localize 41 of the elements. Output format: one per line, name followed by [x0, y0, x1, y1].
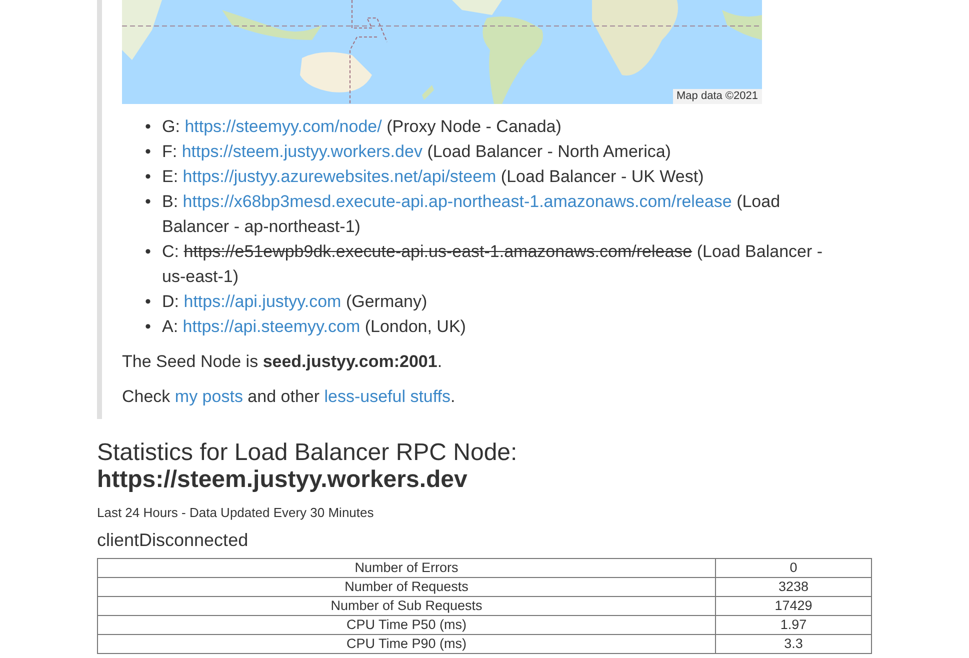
node-item: A: https://api.steemyy.com (London, UK) [162, 316, 466, 338]
bullet: • [145, 316, 152, 338]
node-item: G: https://steemyy.com/node/ (Proxy Node - Canada) [162, 116, 562, 138]
table-cell: Number of Errors [98, 558, 716, 577]
node-link[interactable]: https://x68bp3mesd.execute-api.ap-northeast-1.amazonaws.com/release [182, 192, 732, 211]
table-cell: Number of Requests [98, 577, 716, 596]
bullet: • [145, 291, 152, 313]
node-item: D: https://api.justyy.com (Germany) [162, 291, 428, 313]
table-cell: 1.97 [716, 615, 872, 634]
node-link[interactable]: https://steemyy.com/node/ [184, 117, 382, 136]
stats-subtitle: Last 24 Hours - Data Updated Every 30 Minutes [97, 504, 375, 522]
node-item: C: https://e51ewpb9dk.execute-api.us-east-1.amazonaws.com/release (Load Balancer - us-east-1) [162, 241, 824, 288]
node-link[interactable]: https://steem.justyy.workers.dev [182, 142, 422, 161]
node-link[interactable]: https://api.steemyy.com [182, 317, 360, 336]
check-text: Check my posts and other less-useful stuffs. [122, 386, 456, 408]
stats-heading: Statistics for Load Balancer RPC Node: [97, 439, 518, 466]
bullet: • [145, 166, 152, 188]
bullet: • [145, 141, 152, 163]
node-link[interactable]: https://justyy.azurewebsites.net/api/steem [182, 167, 496, 186]
node-item: B: https://x68bp3mesd.execute-api.ap-northeast-1.amazonaws.com/release (Load Balancer - ap-northeast-1) [162, 191, 782, 238]
node-link[interactable]: https://e51ewpb9dk.execute-api.us-east-1.amazonaws.com/release [184, 242, 692, 261]
bullet: • [145, 241, 152, 263]
node-item: F: https://steem.justyy.workers.dev (Load Balancer - North America) [162, 141, 671, 163]
bullet: • [145, 116, 152, 138]
map[interactable]: Map data ©2021 [122, 0, 762, 104]
stuffs-link[interactable]: less-useful stuffs [324, 387, 451, 406]
my-posts-link[interactable]: my posts [174, 387, 243, 406]
bullet: • [145, 191, 152, 213]
map-attribution: Map data ©2021 [672, 89, 762, 104]
table-cell: 3.3 [716, 634, 872, 653]
stats-url: https://steem.justyy.workers.dev [97, 466, 468, 493]
node-item: E: https://justyy.azurewebsites.net/api/steem (Load Balancer - UK West) [162, 166, 704, 188]
table-cell: CPU Time P90 (ms) [98, 634, 716, 653]
node-link[interactable]: https://api.justyy.com [184, 292, 342, 311]
table-cell: Number of Sub Requests [98, 596, 716, 615]
table-cell: 0 [716, 558, 872, 577]
table-cell: 17429 [716, 596, 872, 615]
status-text: clientDisconnected [97, 528, 250, 552]
seed-node-text: The Seed Node is seed.justyy.com:2001. [122, 351, 444, 373]
table-cell: CPU Time P50 (ms) [98, 615, 716, 634]
table-cell: 3238 [716, 577, 872, 596]
